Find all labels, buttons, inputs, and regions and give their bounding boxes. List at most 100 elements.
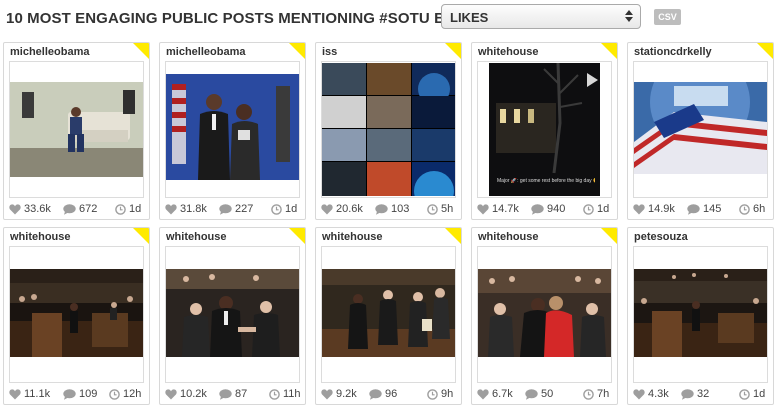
post-card[interactable]: whitehouse 6.7k 50 7h [471, 227, 618, 405]
sort-by-select-value: LIKES [450, 10, 489, 25]
likes-count: 33.6k [24, 203, 51, 216]
likes-count: 10.2k [180, 388, 207, 401]
post-thumbnail[interactable] [321, 61, 456, 198]
comment-bubble-icon [681, 388, 694, 400]
post-age: 5h [441, 203, 454, 216]
post-stats: 31.8k 227 1d [165, 203, 302, 217]
comments-count: 50 [541, 388, 554, 401]
post-card[interactable]: iss 20.6k 103 5h [315, 42, 462, 220]
post-card[interactable]: petesouza 4.3k 32 1d [627, 227, 774, 405]
post-stats: 33.6k 672 1d [9, 203, 146, 217]
post-image [478, 63, 611, 196]
age-stat: 5h [427, 203, 453, 215]
age-stat: 7h [583, 388, 609, 400]
post-thumbnail[interactable] [165, 61, 300, 198]
post-age: 1d [285, 203, 298, 216]
post-card[interactable]: whitehouse 11.1k 109 12h [3, 227, 150, 405]
comments-stat: 32 [681, 388, 709, 400]
likes-stat: 14.7k [477, 203, 519, 215]
heart-icon [633, 388, 645, 400]
post-thumbnail[interactable] [165, 246, 300, 383]
post-age: 1d [129, 203, 142, 216]
select-arrows-icon [625, 8, 633, 24]
post-thumbnail[interactable]: Major 🚀: get some rest before the big da… [477, 61, 612, 198]
post-thumbnail[interactable] [9, 61, 144, 198]
post-thumbnail[interactable] [321, 246, 456, 383]
post-age: 9h [441, 388, 454, 401]
comments-stat: 109 [63, 388, 97, 400]
post-username[interactable]: stationcdrkelly [634, 46, 712, 58]
likes-count: 20.6k [336, 203, 363, 216]
post-card[interactable]: whitehouse 10.2k 87 11h [159, 227, 306, 405]
featured-corner [133, 43, 149, 59]
post-thumbnail[interactable] [633, 61, 768, 198]
likes-count: 9.2k [336, 388, 357, 401]
heart-icon [165, 388, 177, 400]
post-age: 12h [123, 388, 142, 401]
post-image [634, 82, 767, 174]
comment-bubble-icon [219, 203, 232, 215]
comment-bubble-icon [219, 388, 232, 400]
post-stats: 6.7k 50 7h [477, 388, 614, 402]
age-stat: 1d [115, 203, 141, 215]
clock-icon [427, 203, 438, 215]
post-username[interactable]: michelleobama [10, 46, 89, 58]
post-username[interactable]: iss [322, 46, 337, 58]
comment-bubble-icon [687, 203, 700, 215]
comments-count: 96 [385, 388, 398, 401]
post-age: 1d [753, 388, 766, 401]
comments-count: 672 [79, 203, 98, 216]
post-card[interactable]: stationcdrkelly 14.9k 145 6h [627, 42, 774, 220]
comments-stat: 672 [63, 203, 97, 215]
likes-stat: 20.6k [321, 203, 363, 215]
post-image [10, 82, 143, 177]
likes-stat: 14.9k [633, 203, 675, 215]
heart-icon [477, 203, 489, 215]
clock-icon [269, 388, 280, 400]
featured-corner [445, 43, 461, 59]
post-thumbnail[interactable] [477, 246, 612, 383]
post-thumbnail[interactable] [633, 246, 768, 383]
sort-by-select[interactable]: LIKES [441, 4, 641, 29]
post-card[interactable]: whitehouse Major 🚀: get some rest before… [471, 42, 618, 220]
post-username[interactable]: whitehouse [322, 231, 383, 243]
featured-corner [757, 43, 773, 59]
comment-bubble-icon [525, 388, 538, 400]
post-username[interactable]: whitehouse [478, 46, 539, 58]
post-username[interactable]: petesouza [634, 231, 688, 243]
post-stats: 10.2k 87 11h [165, 388, 302, 402]
post-thumbnail[interactable] [9, 246, 144, 383]
featured-corner [289, 43, 305, 59]
post-age: 6h [753, 203, 766, 216]
likes-count: 14.9k [648, 203, 675, 216]
comments-stat: 87 [219, 388, 247, 400]
clock-icon [115, 203, 126, 215]
post-image [634, 269, 767, 357]
likes-count: 31.8k [180, 203, 207, 216]
likes-count: 11.1k [24, 388, 51, 401]
csv-export-button[interactable]: CSV [654, 9, 681, 25]
post-image [322, 269, 455, 357]
age-stat: 6h [739, 203, 765, 215]
post-username[interactable]: whitehouse [166, 231, 227, 243]
comment-bubble-icon [63, 388, 76, 400]
likes-count: 6.7k [492, 388, 513, 401]
clock-icon [583, 388, 594, 400]
post-username[interactable]: whitehouse [478, 231, 539, 243]
age-stat: 1d [739, 388, 765, 400]
comments-count: 227 [235, 203, 254, 216]
comments-stat: 96 [369, 388, 397, 400]
post-card[interactable]: whitehouse 9.2k 96 9h [315, 227, 462, 405]
comment-bubble-icon [63, 203, 76, 215]
post-image [166, 74, 299, 180]
post-card[interactable]: michelleobama 31.8k 227 1d [159, 42, 306, 220]
post-age: 1d [597, 203, 610, 216]
post-card[interactable]: michelleobama 33.6k 672 1d [3, 42, 150, 220]
clock-icon [427, 388, 438, 400]
age-stat: 1d [583, 203, 609, 215]
post-username[interactable]: michelleobama [166, 46, 245, 58]
post-username[interactable]: whitehouse [10, 231, 71, 243]
comment-bubble-icon [369, 388, 382, 400]
post-stats: 14.9k 145 6h [633, 203, 770, 217]
heart-icon [321, 388, 333, 400]
